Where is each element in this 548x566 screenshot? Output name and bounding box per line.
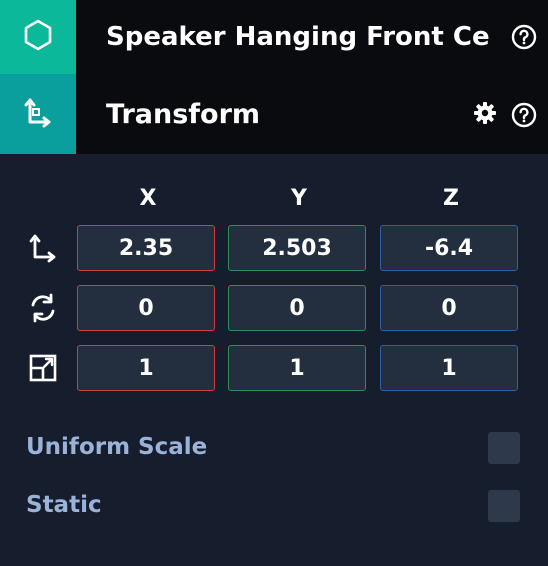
rotation-x-field[interactable]: 0 xyxy=(77,285,215,331)
entity-header: Speaker Hanging Front Ce... xyxy=(0,0,548,74)
scale-x-field[interactable]: 1 xyxy=(77,345,215,391)
component-name: Transform xyxy=(106,98,261,130)
question-circle-icon[interactable] xyxy=(511,102,537,128)
position-z-field[interactable]: -6.4 xyxy=(380,225,518,271)
scale-y-field[interactable]: 1 xyxy=(228,345,366,391)
entity-name: Speaker Hanging Front Ce... xyxy=(106,22,491,52)
question-circle-icon[interactable] xyxy=(511,24,537,50)
column-header-z: Z xyxy=(443,186,459,211)
hexagon-icon xyxy=(21,18,55,56)
rotation-arrows-icon xyxy=(27,292,59,324)
entity-icon-tile xyxy=(0,0,76,74)
rotation-z-field[interactable]: 0 xyxy=(380,285,518,331)
scale-z-field[interactable]: 1 xyxy=(380,345,518,391)
static-label: Static xyxy=(26,492,102,518)
gear-icon[interactable] xyxy=(473,101,497,125)
component-header: Transform xyxy=(0,74,548,154)
static-checkbox[interactable] xyxy=(488,490,520,522)
rotation-y-field[interactable]: 0 xyxy=(228,285,366,331)
position-y-field[interactable]: 2.503 xyxy=(228,225,366,271)
transform-axes-icon xyxy=(21,95,55,133)
column-header-y: Y xyxy=(291,186,307,211)
uniform-scale-checkbox[interactable] xyxy=(488,432,520,464)
component-icon-tile xyxy=(0,74,76,154)
column-header-x: X xyxy=(139,186,157,211)
position-axes-icon xyxy=(27,232,59,264)
position-x-field[interactable]: 2.35 xyxy=(77,225,215,271)
scale-box-icon xyxy=(27,352,59,384)
uniform-scale-label: Uniform Scale xyxy=(26,434,208,460)
